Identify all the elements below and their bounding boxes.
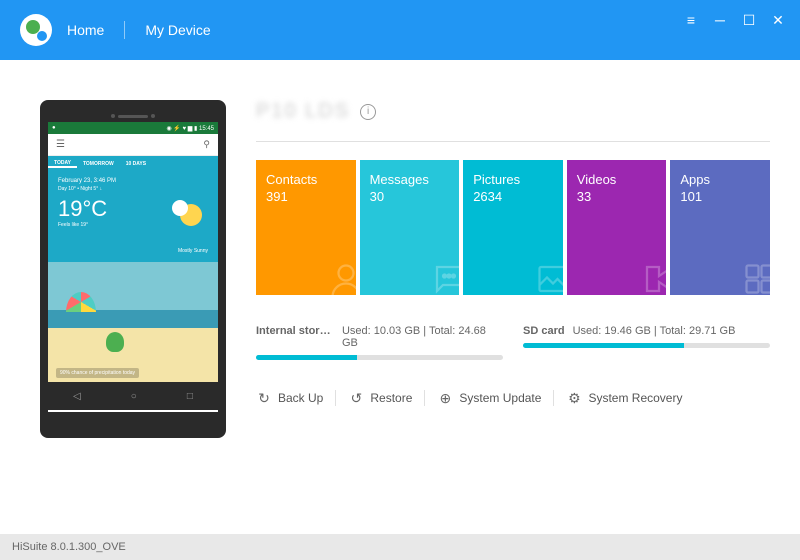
- tile-pictures[interactable]: Pictures 2634: [463, 160, 563, 295]
- apps-icon: [742, 261, 770, 295]
- maximize-button[interactable]: ☐: [742, 12, 756, 29]
- system-update-button[interactable]: ⊕ System Update: [425, 390, 554, 406]
- nav-my-device[interactable]: My Device: [145, 22, 210, 38]
- pictures-icon: [535, 261, 563, 295]
- restore-button[interactable]: ↺ Restore: [336, 390, 425, 406]
- sdcard-storage-text: Used: 19.46 GB | Total: 29.71 GB: [573, 325, 736, 337]
- phone-navbar: ◁ ○ □: [48, 382, 218, 410]
- backup-icon: ↻: [256, 390, 272, 406]
- search-icon: ⚲: [203, 139, 210, 150]
- divider: [256, 141, 770, 142]
- tile-videos[interactable]: Videos 33: [567, 160, 667, 295]
- status-bar: HiSuite 8.0.1.300_OVE: [0, 534, 800, 560]
- phone-searchbar: ☰ ⚲: [48, 134, 218, 156]
- title-bar: Home My Device ≡ ─ ☐ ✕: [0, 0, 800, 60]
- contacts-icon: [328, 261, 356, 295]
- messages-icon: [431, 261, 459, 295]
- close-button[interactable]: ✕: [771, 12, 785, 29]
- sdcard-storage: SD card Used: 19.46 GB | Total: 29.71 GB: [523, 325, 770, 360]
- weather-illustration: 90% chance of precipitation today: [48, 262, 218, 382]
- recent-icon: □: [187, 391, 193, 402]
- internal-storage: Internal stora... Used: 10.03 GB | Total…: [256, 325, 503, 360]
- sdcard-storage-bar: [523, 343, 684, 348]
- weather-tabs: TODAY TOMORROW 10 DAYS: [48, 156, 218, 172]
- version-text: HiSuite 8.0.1.300_OVE: [12, 541, 126, 553]
- hamburger-icon: ☰: [56, 139, 65, 150]
- nav-separator: [124, 21, 125, 39]
- restore-icon: ↺: [348, 390, 364, 406]
- phone-statusbar: ●◉ ⚡ ♥ ▆ ▮ 15:45: [48, 122, 218, 134]
- home-icon: ○: [131, 391, 137, 402]
- recovery-icon: ⚙: [566, 390, 582, 406]
- nav-home[interactable]: Home: [67, 22, 104, 38]
- device-name: P10 LDS: [256, 100, 350, 123]
- internal-storage-bar: [256, 355, 357, 360]
- weather-widget: February 23, 3:46 PM Day 10° • Night 5° …: [48, 172, 218, 262]
- tile-contacts[interactable]: Contacts 391: [256, 160, 356, 295]
- sun-icon: [180, 204, 202, 226]
- tile-apps[interactable]: Apps 101: [670, 160, 770, 295]
- info-icon[interactable]: i: [360, 104, 376, 120]
- app-logo: [20, 14, 52, 46]
- device-preview: ●◉ ⚡ ♥ ▆ ▮ 15:45 ☰ ⚲ TODAY TOMORROW 10 D…: [40, 100, 226, 438]
- system-recovery-button[interactable]: ⚙ System Recovery: [554, 390, 694, 406]
- minimize-button[interactable]: ─: [713, 12, 727, 29]
- menu-icon[interactable]: ≡: [684, 12, 698, 29]
- back-icon: ◁: [73, 391, 81, 402]
- tile-messages[interactable]: Messages 30: [360, 160, 460, 295]
- videos-icon: [638, 261, 666, 295]
- category-tiles: Contacts 391 Messages 30 Pictures 2634 V…: [256, 160, 770, 295]
- backup-button[interactable]: ↻ Back Up: [256, 390, 336, 406]
- update-icon: ⊕: [437, 390, 453, 406]
- internal-storage-text: Used: 10.03 GB | Total: 24.68 GB: [342, 325, 503, 349]
